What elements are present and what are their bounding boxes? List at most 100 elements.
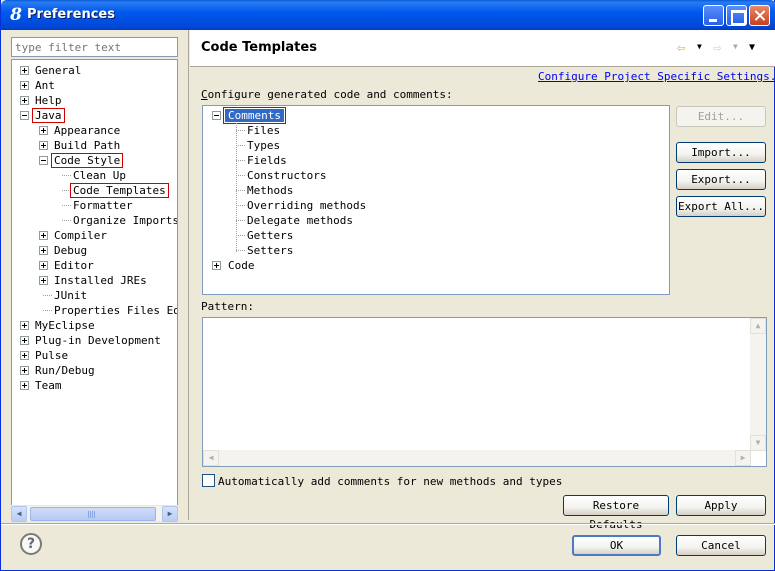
template-node[interactable]: Files <box>203 123 669 138</box>
tree-item[interactable]: Installed JREs <box>12 273 177 288</box>
tree-item[interactable]: Compiler <box>12 228 177 243</box>
template-node-code[interactable]: Code <box>203 258 669 273</box>
expand-icon[interactable] <box>39 231 48 240</box>
expand-icon[interactable] <box>20 351 29 360</box>
tree-item[interactable]: JUnit <box>12 288 177 303</box>
template-node-label: Files <box>247 124 281 137</box>
template-node[interactable]: Delegate methods <box>203 213 669 228</box>
restore-defaults-button[interactable]: Restore Defaults <box>563 495 669 531</box>
tree-item[interactable]: Java <box>12 108 177 123</box>
tree-item[interactable]: Help <box>12 93 177 108</box>
tree-item[interactable]: Organize Imports <box>12 213 177 228</box>
expand-icon[interactable] <box>20 81 29 90</box>
expand-icon[interactable] <box>39 126 48 135</box>
scroll-thumb[interactable] <box>30 507 156 521</box>
tree-horizontal-scrollbar[interactable]: ◀ ▶ <box>11 505 178 522</box>
tree-item[interactable]: MyEclipse <box>12 318 177 333</box>
tree-item-label: Java <box>32 108 65 123</box>
collapse-icon[interactable] <box>39 156 48 165</box>
pattern-horizontal-scrollbar[interactable]: ◀ ▶ <box>203 450 751 466</box>
scroll-right-arrow-icon[interactable]: ▶ <box>162 506 178 522</box>
ok-button[interactable]: OK <box>572 535 661 556</box>
tree-item[interactable]: Team <box>12 378 177 393</box>
expand-icon[interactable] <box>20 336 29 345</box>
expand-icon[interactable] <box>20 321 29 330</box>
tree-item[interactable]: General <box>12 63 177 78</box>
template-node[interactable]: Types <box>203 138 669 153</box>
expand-icon[interactable] <box>20 66 29 75</box>
export-all-button[interactable]: Export All... <box>676 196 766 217</box>
tree-item[interactable]: Build Path <box>12 138 177 153</box>
expand-icon[interactable] <box>39 276 48 285</box>
expand-icon[interactable] <box>39 246 48 255</box>
configure-project-settings-link[interactable]: Configure Project Specific Settings... <box>538 70 775 83</box>
tree-item-label: Pulse <box>35 349 69 362</box>
maximize-button[interactable] <box>726 5 747 26</box>
forward-arrow-icon[interactable]: ⇨ <box>713 40 721 56</box>
forward-dropdown-icon[interactable]: ▼ <box>733 42 738 51</box>
edit-button[interactable]: Edit... <box>676 106 766 127</box>
scroll-right-arrow-icon[interactable]: ▶ <box>735 450 751 466</box>
help-icon[interactable]: ? <box>20 533 42 555</box>
pane-divider[interactable] <box>188 30 189 520</box>
template-node[interactable]: Overriding methods <box>203 198 669 213</box>
tree-item[interactable]: Editor <box>12 258 177 273</box>
pattern-label: Pattern: <box>201 300 254 313</box>
filter-input[interactable] <box>11 37 178 57</box>
tree-item[interactable]: Run/Debug <box>12 363 177 378</box>
template-node[interactable]: Fields <box>203 153 669 168</box>
collapse-icon[interactable] <box>212 111 221 120</box>
auto-comments-checkbox[interactable] <box>202 474 215 487</box>
template-node-label: Code <box>228 259 255 272</box>
tree-item[interactable]: Formatter <box>12 198 177 213</box>
import-button[interactable]: Import... <box>676 142 766 163</box>
scroll-left-arrow-icon[interactable]: ◀ <box>11 506 27 522</box>
template-node[interactable]: Constructors <box>203 168 669 183</box>
tree-connector <box>236 250 245 251</box>
tree-item[interactable]: Plug-in Development <box>12 333 177 348</box>
minimize-button[interactable] <box>703 5 724 26</box>
scroll-down-arrow-icon[interactable]: ▼ <box>750 435 766 451</box>
back-arrow-icon[interactable]: ⇦ <box>677 40 685 56</box>
tree-item[interactable]: Properties Files Edit <box>12 303 177 318</box>
scroll-left-arrow-icon[interactable]: ◀ <box>203 450 219 466</box>
pattern-textarea[interactable]: ▲ ▼ ◀ ▶ <box>202 317 767 467</box>
title-bar[interactable]: 8 Preferences <box>1 0 775 30</box>
tree-item-label: Build Path <box>54 139 121 152</box>
scroll-up-arrow-icon[interactable]: ▲ <box>750 318 766 334</box>
expand-icon[interactable] <box>39 261 48 270</box>
tree-item[interactable]: Pulse <box>12 348 177 363</box>
tree-item[interactable]: Code Style <box>12 153 177 168</box>
expand-icon[interactable] <box>20 96 29 105</box>
templates-tree[interactable]: Comments Files Types Fields Constructors Meth… <box>202 105 670 295</box>
close-button[interactable] <box>749 5 770 26</box>
view-menu-icon[interactable]: ▼ <box>749 42 755 53</box>
tree-item[interactable]: Debug <box>12 243 177 258</box>
tree-item[interactable]: Clean Up <box>12 168 177 183</box>
expand-icon[interactable] <box>39 141 48 150</box>
tree-item-label: Properties Files Edit <box>54 304 177 317</box>
expand-icon[interactable] <box>212 261 221 270</box>
template-node[interactable]: Setters <box>203 243 669 258</box>
tree-item-label: Organize Imports <box>73 214 178 227</box>
template-node[interactable]: Getters <box>203 228 669 243</box>
expand-icon[interactable] <box>20 366 29 375</box>
pattern-vertical-scrollbar[interactable]: ▲ ▼ <box>750 318 766 451</box>
tree-item-label: Editor <box>54 259 94 272</box>
collapse-icon[interactable] <box>20 111 29 120</box>
tree-item[interactable]: Appearance <box>12 123 177 138</box>
tree-item[interactable]: Code Templates <box>12 183 177 198</box>
back-dropdown-icon[interactable]: ▼ <box>697 42 702 51</box>
tree-connector <box>236 235 245 236</box>
export-button[interactable]: Export... <box>676 169 766 190</box>
template-node-comments[interactable]: Comments <box>203 107 669 124</box>
apply-button[interactable]: Apply <box>676 495 766 516</box>
window-title: Preferences <box>27 7 115 22</box>
tree-connector <box>62 175 71 176</box>
expand-icon[interactable] <box>20 381 29 390</box>
tree-connector <box>236 220 245 221</box>
tree-item[interactable]: Ant <box>12 78 177 93</box>
preference-tree[interactable]: General Ant Help Java Appearance Build Path Co… <box>11 59 178 520</box>
cancel-button[interactable]: Cancel <box>676 535 766 556</box>
template-node[interactable]: Methods <box>203 183 669 198</box>
